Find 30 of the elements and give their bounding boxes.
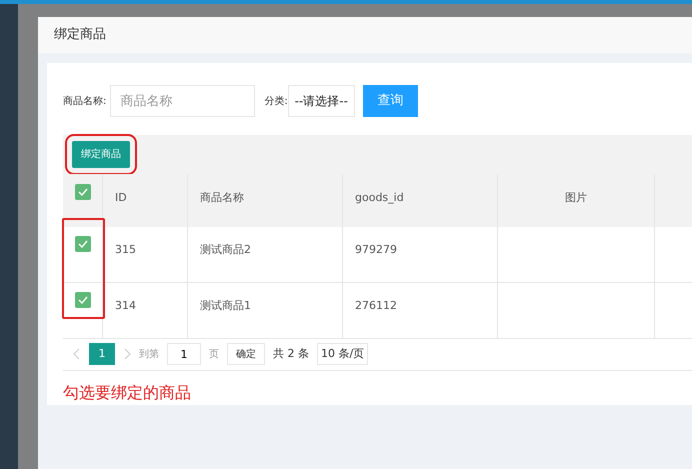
previous-page-icon[interactable] [73, 348, 81, 360]
table-cell: 979279 [355, 242, 397, 256]
confirm-button[interactable]: 确定 [227, 343, 265, 366]
dialog-title: 绑定商品 [54, 26, 106, 44]
checkbox[interactable] [74, 236, 90, 252]
page-unit: 页 [209, 348, 219, 362]
table-cell: 测试商品2 [200, 242, 251, 256]
table-cell: 314 [115, 298, 136, 312]
table-cell: 315 [115, 242, 136, 256]
column-header: 图片 [565, 191, 587, 204]
category-select[interactable]: --请选择-- [288, 85, 355, 117]
total-count: 共 2 条 [273, 346, 309, 362]
table-cell: 测试商品1 [200, 298, 251, 312]
annotation-text: 勾选要绑定的商品 [63, 383, 191, 402]
column-header: goods_id [355, 191, 404, 204]
column-header: 商品名称 [200, 191, 244, 204]
product-name-field[interactable]: 商品名称 [110, 85, 256, 117]
checkbox[interactable] [74, 292, 90, 308]
field-label: 分类: [264, 94, 288, 108]
table-cell: 276112 [355, 298, 397, 312]
page-input[interactable]: 1 [167, 343, 201, 366]
field-label: 商品名称: [63, 94, 106, 108]
column-header: ID [115, 191, 127, 204]
checkmark-icon [78, 296, 88, 304]
next-page-icon[interactable] [123, 348, 131, 360]
goto-label: 到第 [139, 348, 159, 362]
checkmark-icon [78, 240, 88, 248]
checkmark-icon [78, 188, 88, 196]
page-size-select[interactable]: 10 条/页 [317, 343, 368, 366]
checkbox[interactable] [74, 184, 90, 200]
